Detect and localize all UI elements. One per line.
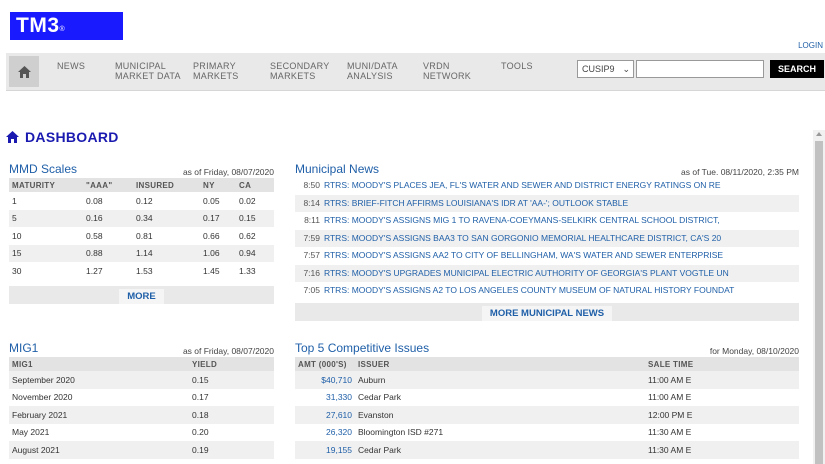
more-municipal-news-button[interactable]: MORE MUNICIPAL NEWS — [481, 306, 613, 321]
nav-item-vrdn-network[interactable]: VRDN NETWORK — [423, 61, 471, 81]
table-header-row: AMT (000'S) ISSUER SALE TIME — [295, 357, 799, 371]
table-header-row: MIG1 YIELD — [9, 357, 274, 371]
top5-issues-title[interactable]: Top 5 Competitive Issues — [295, 341, 429, 355]
top5-asof: for Monday, 08/10/2020 — [709, 346, 799, 356]
nav-item-primary-markets[interactable]: PRIMARY MARKETS — [193, 61, 239, 81]
column-header: NY — [200, 178, 236, 192]
column-header: YIELD — [189, 357, 274, 371]
mmd-scales-title[interactable]: MMD Scales — [9, 162, 77, 176]
chevron-down-icon: ⌄ — [622, 64, 630, 74]
news-asof: as of Tue. 08/11/2020, 2:35 PM — [681, 167, 799, 177]
table-row: 26,320 Bloomington ISD #271 11:30 AM E — [295, 424, 799, 442]
table-row: August 2021 0.19 — [9, 441, 274, 459]
table-row: 27,610 Evanston 12:00 PM E — [295, 406, 799, 424]
login-link[interactable]: LOGIN — [798, 41, 823, 50]
news-item[interactable]: 8:14 RTRS: BRIEF-FITCH AFFIRMS LOUISIANA'… — [295, 194, 799, 212]
mig1-title[interactable]: MIG1 — [9, 341, 38, 355]
nav-item-municipal-market-data[interactable]: MUNICIPAL MARKET DATA — [115, 61, 181, 81]
table-row: 19,155 Cedar Park 11:30 AM E — [295, 441, 799, 459]
search-input[interactable] — [636, 60, 764, 78]
table-row: $40,710 Auburn 11:00 AM E — [295, 371, 799, 389]
home-icon — [6, 131, 19, 143]
top5-issues-table: AMT (000'S) ISSUER SALE TIME $40,710 Aubu… — [295, 357, 799, 459]
table-row: February 2021 0.18 — [9, 406, 274, 424]
news-item[interactable]: 8:50 RTRS: MOODY'S PLACES JEA, FL'S WATER… — [295, 177, 799, 195]
scroll-up-arrow-icon[interactable] — [816, 132, 822, 136]
column-header: CA — [236, 178, 274, 192]
news-item[interactable]: 7:57 RTRS: MOODY'S ASSIGNS AA2 TO CITY OF… — [295, 247, 799, 265]
search-button[interactable]: SEARCH — [770, 60, 824, 78]
mmd-asof: as of Friday, 08/07/2020 — [182, 167, 274, 177]
cusip-select[interactable]: CUSIP9 ⌄ — [577, 60, 634, 78]
issue-amount-link[interactable]: 31,330 — [295, 389, 355, 407]
column-header: ISSUER — [355, 357, 645, 371]
tm3-logo[interactable]: TM3® — [10, 12, 123, 40]
column-header: MIG1 — [9, 357, 189, 371]
column-header: INSURED — [133, 178, 200, 192]
mmd-more-button[interactable]: MORE — [119, 289, 164, 304]
table-header-row: MATURITY "AAA" INSURED NY CA — [9, 178, 274, 192]
news-item[interactable]: 7:59 RTRS: MOODY'S ASSIGNS BAA3 TO SAN GO… — [295, 229, 799, 247]
nav-item-news[interactable]: NEWS — [57, 61, 85, 71]
mmd-scales-table: MATURITY "AAA" INSURED NY CA 1 0.08 0.12 0.… — [9, 178, 274, 280]
table-row: 10 0.58 0.81 0.66 0.62 — [12, 230, 256, 241]
column-header: MATURITY — [9, 178, 83, 192]
page-scrollbar[interactable] — [813, 130, 825, 464]
nav-item-tools[interactable]: TOOLS — [501, 61, 533, 71]
news-item[interactable]: 7:16 RTRS: MOODY'S UPGRADES MUNICIPAL ELE… — [295, 264, 799, 282]
table-row: 15 0.88 1.14 1.06 0.94 — [9, 244, 274, 262]
nav-item-secondary-markets[interactable]: SECONDARY MARKETS — [270, 61, 330, 81]
table-row: November 2020 0.17 — [12, 392, 209, 403]
table-row: May 2021 0.20 — [12, 427, 209, 438]
mmd-more-bar: MORE — [9, 286, 274, 304]
mig1-asof: as of Friday, 08/07/2020 — [182, 346, 274, 356]
table-row: 5 0.16 0.34 0.17 0.15 — [9, 209, 274, 227]
home-icon — [17, 65, 31, 78]
news-more-bar: MORE MUNICIPAL NEWS — [295, 303, 799, 321]
main-nav: NEWS MUNICIPAL MARKET DATA PRIMARY MARKETS… — [6, 53, 825, 91]
column-header: "AAA" — [83, 178, 133, 192]
issue-amount-link[interactable]: 27,610 — [295, 406, 355, 424]
nav-item-muni-data-analysis[interactable]: MUNI/DATA ANALYSIS — [347, 61, 398, 81]
scrollbar-thumb[interactable] — [815, 141, 823, 464]
mig1-table: MIG1 YIELD September 2020 0.15 November 2… — [9, 357, 274, 459]
issue-amount-link[interactable]: 26,320 — [295, 424, 355, 442]
table-row: 1 0.08 0.12 0.05 0.02 — [12, 195, 256, 206]
column-header: SALE TIME — [645, 357, 799, 371]
table-row: September 2020 0.15 — [9, 371, 274, 389]
issue-amount-link[interactable]: $40,710 — [295, 371, 355, 389]
column-header: AMT (000'S) — [295, 357, 355, 371]
table-row: 30 1.27 1.53 1.45 1.33 — [12, 265, 256, 276]
municipal-news-title[interactable]: Municipal News — [295, 162, 379, 176]
news-item[interactable]: 7:05 RTRS: MOODY'S ASSIGNS A2 TO LOS ANGE… — [295, 282, 799, 300]
issue-amount-link[interactable]: 19,155 — [295, 441, 355, 459]
news-item[interactable]: 8:11 RTRS: MOODY'S ASSIGNS MIG 1 TO RAVEN… — [295, 212, 799, 230]
page-title: DASHBOARD — [6, 129, 119, 145]
nav-home-button[interactable] — [9, 56, 39, 87]
table-row: 31,330 Cedar Park 11:00 AM E — [295, 389, 799, 407]
